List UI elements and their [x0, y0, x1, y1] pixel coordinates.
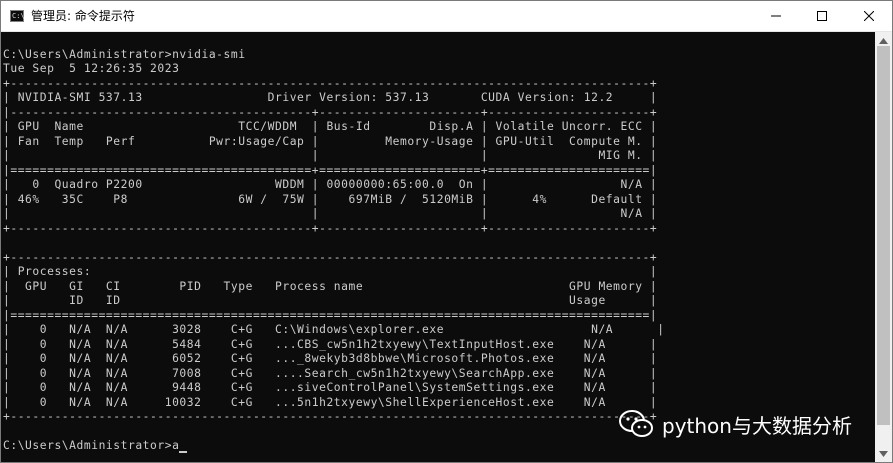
- console-line: | 0 N/A N/A 7008 C+G ....Search_cw5n1h2t…: [3, 366, 658, 380]
- window-title: 管理员: 命令提示符: [31, 9, 135, 23]
- console-line: | Processes: |: [3, 265, 658, 278]
- maximize-button[interactable]: [799, 1, 845, 31]
- watermark: python与大数据分析: [618, 406, 852, 442]
- console-line: | 0 N/A N/A 10032 C+G ...5n1h2txyewy\She…: [3, 395, 658, 409]
- console-line: C:\Users\Administrator>a: [3, 439, 180, 452]
- minimize-button[interactable]: [753, 1, 799, 31]
- console-line: | 0 N/A N/A 3028 C+G C:\Windows\explorer…: [3, 323, 665, 336]
- minimize-icon: [771, 15, 781, 17]
- console-line: Tue Sep 5 12:26:35 2023: [3, 62, 180, 75]
- scroll-down-button[interactable]: [875, 445, 892, 462]
- close-button[interactable]: [846, 1, 892, 31]
- console-line: C:\Users\Administrator>nvidia-smi: [3, 47, 246, 61]
- chevron-up-icon: [879, 37, 888, 44]
- console-line: | GPU GI CI PID Type Process name GPU Me…: [3, 279, 658, 293]
- console-line: |---------------------------------------…: [3, 105, 658, 119]
- cmd-icon: C:\: [10, 10, 25, 22]
- title-bar[interactable]: C:\ 管理员: 命令提示符: [1, 1, 892, 32]
- console-line: | | | MIG M. |: [3, 149, 658, 162]
- maximize-icon: [817, 11, 827, 21]
- console-line: | 0 N/A N/A 9448 C+G ...siveControlPanel…: [3, 381, 658, 394]
- vertical-scrollbar[interactable]: [875, 32, 892, 462]
- watermark-text: python与大数据分析: [662, 413, 852, 438]
- wechat-icon: [619, 410, 653, 437]
- console-line: +---------------------------------------…: [3, 410, 658, 423]
- console-line: | NVIDIA-SMI 537.13 Driver Version: 537.…: [3, 91, 658, 104]
- console-line: | 0 N/A N/A 5484 C+G ...CBS_cw5n1h2txyew…: [3, 337, 658, 351]
- console-line: |=======================================…: [3, 163, 658, 177]
- console-line: | GPU Name TCC/WDDM | Bus-Id Disp.A | Vo…: [3, 120, 658, 133]
- cmd-window: C:\ 管理员: 命令提示符 C:\Users\Administrator>nv…: [0, 0, 893, 463]
- console-line: | | | N/A |: [3, 207, 658, 220]
- chevron-down-icon: [879, 450, 888, 457]
- text-cursor: [179, 451, 188, 453]
- console-line: +---------------------------------------…: [3, 221, 658, 235]
- console-line: |=======================================…: [3, 308, 658, 322]
- console-line: +---------------------------------------…: [3, 250, 658, 264]
- console-line: | 46% 35C P8 6W / 75W | 697MiB / 5120MiB…: [3, 192, 658, 206]
- close-icon: [864, 11, 874, 21]
- console-line: | 0 Quadro P2200 WDDM | 00000000:65:00.0…: [3, 178, 658, 191]
- console-output[interactable]: C:\Users\Administrator>nvidia-smi Tue Sep…: [1, 32, 875, 462]
- scroll-thumb[interactable]: [877, 46, 890, 425]
- console-line: | Fan Temp Perf Pwr:Usage/Cap | Memory-U…: [3, 134, 658, 148]
- console-line: +---------------------------------------…: [3, 76, 658, 90]
- console-line: | 0 N/A N/A 6052 C+G ..._8wekyb3d8bbwe\M…: [3, 352, 658, 365]
- console-line: | ID ID Usage |: [3, 294, 658, 307]
